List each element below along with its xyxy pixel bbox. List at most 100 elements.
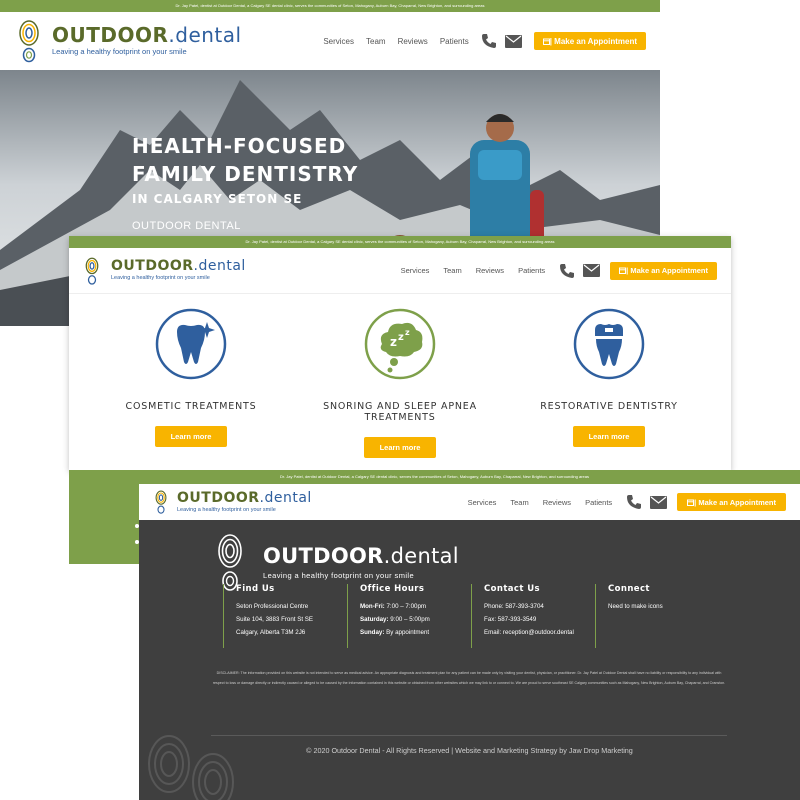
- calendar-icon: [619, 267, 627, 274]
- site-header: OUTDOOR.dental Leaving a healthy footpri…: [139, 484, 800, 520]
- hours-row: Sunday: By appointment: [360, 626, 430, 639]
- hero-heading-line2: FAMILY DENTISTRY: [132, 162, 359, 186]
- brand-name-part2: .dental: [259, 489, 312, 506]
- main-nav: Services Team Reviews Patients | Make an…: [468, 493, 786, 511]
- hours-time: 9:00 – 5:00pm: [390, 616, 430, 623]
- footer-brand-name: OUTDOOR.dental: [263, 544, 459, 568]
- footer-brand-part1: OUTDOOR: [263, 544, 384, 568]
- email-link[interactable]: Email: reception@outdoor.dental: [484, 626, 574, 639]
- learn-more-button-restorative[interactable]: Learn more: [572, 426, 646, 447]
- svg-text:z: z: [398, 332, 404, 343]
- service-card-cosmetic: COSMETIC TREATMENTS Learn more: [91, 308, 291, 447]
- make-appointment-button[interactable]: | Make an Appointment: [533, 32, 646, 50]
- envelope-icon[interactable]: [583, 264, 601, 277]
- nav-team[interactable]: Team: [366, 37, 386, 46]
- phone-icon[interactable]: [559, 263, 575, 279]
- brand-name: OUTDOOR.dental: [52, 25, 242, 45]
- footer-columns: Find Us Seton Professional Centre Suite …: [223, 584, 723, 648]
- learn-more-button-sleep-apnea[interactable]: Learn more: [363, 437, 437, 458]
- footprint-watermark-icon: [148, 735, 190, 793]
- announcement-text: Dr. Jay Patel, dentist at Outdoor Dental…: [245, 239, 555, 244]
- announcement-text: Dr. Jay Patel, dentist at Outdoor Dental…: [175, 3, 485, 8]
- envelope-icon[interactable]: [504, 34, 522, 48]
- brand-name-part1: OUTDOOR: [52, 23, 169, 48]
- footer-col-contact-us: Contact Us Phone: 587-393-3704 Fax: 587-…: [471, 584, 574, 648]
- footer-col-connect: Connect Need to make icons: [595, 584, 663, 648]
- find-us-heading: Find Us: [236, 584, 275, 594]
- hero-subtitle: OUTDOOR DENTAL: [132, 220, 241, 232]
- announcement-bar: Dr. Jay Patel, dentist at Outdoor Dental…: [0, 0, 660, 12]
- nav-team[interactable]: Team: [443, 266, 461, 275]
- make-appointment-label: | Make an Appointment: [549, 36, 637, 46]
- make-appointment-button[interactable]: | Make an Appointment: [677, 493, 786, 511]
- site-header: OUTDOOR.dental Leaving a healthy footpri…: [0, 12, 660, 70]
- phone-link[interactable]: Phone: 587-393-3704: [484, 600, 574, 613]
- footer-page: OUTDOOR.dental Leaving a healthy footpri…: [139, 484, 800, 800]
- disclaimer-text: DISCLAIMER: The information provided on …: [212, 671, 726, 685]
- envelope-icon[interactable]: [650, 495, 668, 509]
- brand-name-part1: OUTDOOR: [177, 489, 260, 506]
- phone-icon[interactable]: [481, 33, 497, 49]
- hours-day: Mon-Fri:: [360, 603, 385, 610]
- nav-services[interactable]: Services: [468, 498, 497, 507]
- sparkling-tooth-icon: [155, 308, 227, 380]
- footprint-logo-icon: [85, 257, 99, 285]
- footprint-logo-icon: [218, 534, 242, 591]
- site-logo[interactable]: OUTDOOR.dental Leaving a healthy footpri…: [85, 257, 246, 285]
- nav-reviews[interactable]: Reviews: [543, 498, 571, 507]
- footer-logo: OUTDOOR.dental Leaving a healthy footpri…: [217, 532, 459, 592]
- hours-row: Saturday: 9:00 – 5:00pm: [360, 613, 430, 626]
- nav-reviews[interactable]: Reviews: [476, 266, 504, 275]
- brand-name-part2: .dental: [193, 258, 246, 275]
- nav-reviews[interactable]: Reviews: [398, 37, 428, 46]
- footer-tagline: Leaving a healthy footprint on your smil…: [263, 571, 415, 580]
- brand-tagline: Leaving a healthy footprint on your smil…: [177, 506, 276, 513]
- service-card-sleep-apnea: z z z SNORING AND SLEEP APNEA TREATMENTS…: [300, 308, 500, 458]
- service-card-restorative: RESTORATIVE DENTISTRY Learn more: [509, 308, 709, 447]
- nav-team[interactable]: Team: [510, 498, 528, 507]
- background-green-section: [69, 470, 141, 564]
- hours-day: Sunday:: [360, 629, 385, 636]
- connect-placeholder-text: Need to make icons: [608, 603, 663, 610]
- nav-patients[interactable]: Patients: [585, 498, 612, 507]
- footprint-logo-icon: [19, 20, 39, 63]
- svg-text:z: z: [405, 328, 410, 337]
- service-title-restorative: RESTORATIVE DENTISTRY: [540, 401, 678, 412]
- nav-patients[interactable]: Patients: [518, 266, 545, 275]
- footer-brand-part2: .dental: [383, 544, 459, 568]
- nav-services[interactable]: Services: [323, 37, 354, 46]
- calendar-icon: [542, 38, 550, 45]
- make-appointment-button[interactable]: | Make an Appointment: [610, 261, 717, 280]
- nav-patients[interactable]: Patients: [440, 37, 469, 46]
- footer-col-office-hours: Office Hours Mon-Fri: 7:00 – 7:00pm Satu…: [347, 584, 430, 648]
- calendar-icon: [687, 499, 695, 506]
- brand-name: OUTDOOR.dental: [177, 491, 312, 505]
- footer-screenshot: Dr. Jay Patel, dentist at Outdoor Dental…: [69, 470, 800, 800]
- hours-day: Saturday:: [360, 616, 389, 623]
- address-line: Seton Professional Centre: [236, 603, 309, 610]
- learn-more-button-cosmetic[interactable]: Learn more: [154, 426, 228, 447]
- main-nav: Services Team Reviews Patients | Make an…: [323, 32, 646, 50]
- make-appointment-label: | Make an Appointment: [626, 266, 708, 275]
- address-line: Suite 104, 3883 Front St SE: [236, 616, 314, 623]
- phone-icon[interactable]: [626, 494, 642, 510]
- contact-us-heading: Contact Us: [484, 584, 540, 594]
- services-screenshot: Dr. Jay Patel, dentist at Outdoor Dental…: [69, 236, 731, 470]
- hours-row: Mon-Fri: 7:00 – 7:00pm: [360, 600, 430, 613]
- sleep-zzz-icon: z z z: [364, 308, 436, 380]
- footprint-watermark-icon: [192, 753, 234, 800]
- hero-heading-line3: IN CALGARY SETON SE: [132, 192, 303, 206]
- hero-heading: HEALTH-FOCUSED FAMILY DENTISTRY IN CALGA…: [132, 132, 358, 210]
- brand-tagline: Leaving a healthy footprint on your smil…: [111, 275, 210, 282]
- site-logo[interactable]: OUTDOOR.dental Leaving a healthy footpri…: [18, 19, 242, 63]
- fax-text: Fax: 587-393-3549: [484, 616, 537, 623]
- footprint-logo-icon: [155, 490, 167, 514]
- site-logo[interactable]: OUTDOOR.dental Leaving a healthy footpri…: [155, 489, 312, 515]
- hero-heading-line1: HEALTH-FOCUSED: [132, 134, 347, 158]
- crowned-tooth-icon: [573, 308, 645, 380]
- brand-name: OUTDOOR.dental: [111, 259, 246, 273]
- announcement-text: Dr. Jay Patel, dentist at Outdoor Dental…: [280, 474, 589, 479]
- main-nav: Services Team Reviews Patients | Make an…: [401, 261, 717, 280]
- announcement-bar: Dr. Jay Patel, dentist at Outdoor Dental…: [69, 236, 731, 248]
- nav-services[interactable]: Services: [401, 266, 430, 275]
